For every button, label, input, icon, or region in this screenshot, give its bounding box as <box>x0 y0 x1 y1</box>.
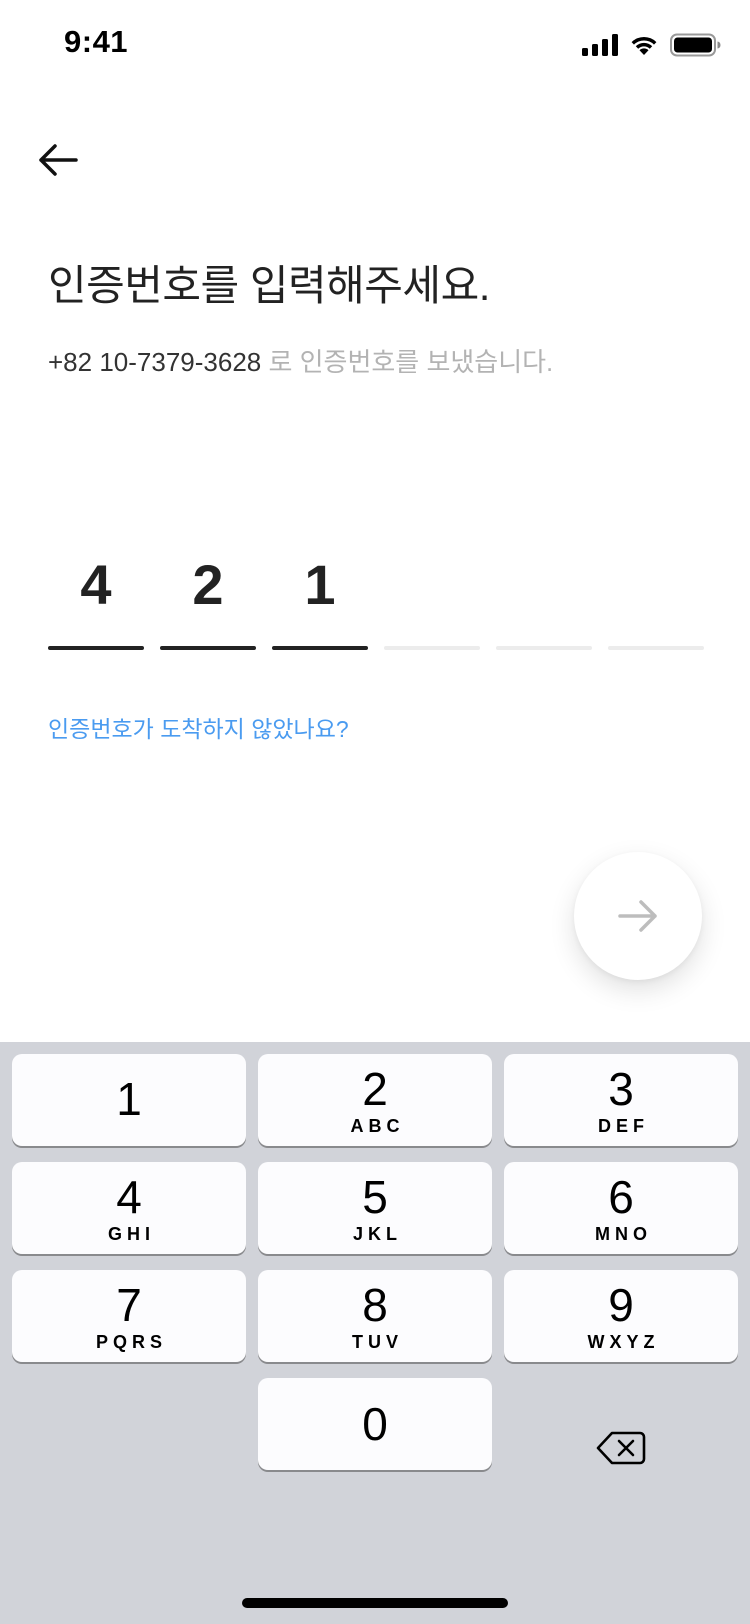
code-slot-3[interactable]: 1 <box>272 540 368 650</box>
key-7[interactable]: 7 PQRS <box>12 1270 246 1362</box>
key-0[interactable]: 0 <box>258 1378 492 1470</box>
code-underline <box>608 646 704 650</box>
next-button[interactable] <box>574 852 702 980</box>
status-bar: 9:41 <box>0 0 750 90</box>
key-letters: GHI <box>107 1224 155 1244</box>
key-number: 0 <box>362 1398 388 1450</box>
key-number: 1 <box>116 1073 142 1125</box>
resend-code-link[interactable]: 인증번호가 도착하지 않았나요? <box>48 710 349 744</box>
numeric-keypad: 1 2 ABC 3 DEF 4 GHI 5 JKL 6 MNO 7 PQRS 8… <box>0 1042 750 1624</box>
key-2[interactable]: 2 ABC <box>258 1054 492 1146</box>
key-4[interactable]: 4 GHI <box>12 1162 246 1254</box>
key-letters: WXYZ <box>587 1332 660 1352</box>
delete-key[interactable] <box>504 1402 738 1494</box>
code-underline <box>384 646 480 650</box>
code-slot-6[interactable] <box>608 540 704 650</box>
key-number: 7 <box>116 1279 142 1331</box>
code-slot-4[interactable] <box>384 540 480 650</box>
key-1[interactable]: 1 <box>12 1054 246 1146</box>
key-number: 2 <box>362 1063 388 1115</box>
code-underline <box>496 646 592 650</box>
key-6[interactable]: 6 MNO <box>504 1162 738 1254</box>
key-number: 4 <box>116 1171 142 1223</box>
code-slot-5[interactable] <box>496 540 592 650</box>
key-number: 5 <box>362 1171 388 1223</box>
code-digit: 2 <box>192 553 224 616</box>
wifi-icon <box>631 36 657 55</box>
key-number: 3 <box>608 1063 634 1115</box>
home-indicator <box>242 1598 508 1608</box>
code-underline <box>48 646 144 650</box>
phone-number: +82 10-7379-3628 <box>48 347 262 377</box>
status-icons <box>582 30 722 60</box>
code-digit: 4 <box>80 553 112 616</box>
key-number: 9 <box>608 1279 634 1331</box>
code-underline <box>160 646 256 650</box>
key-number: 8 <box>362 1279 388 1331</box>
cellular-signal-icon <box>582 34 618 56</box>
key-8[interactable]: 8 TUV <box>258 1270 492 1362</box>
verification-code-input[interactable]: 4 2 1 <box>48 540 704 650</box>
key-3[interactable]: 3 DEF <box>504 1054 738 1146</box>
key-letters: DEF <box>598 1116 649 1136</box>
status-time: 9:41 <box>64 24 129 59</box>
key-9[interactable]: 9 WXYZ <box>504 1270 738 1362</box>
key-number: 6 <box>608 1171 634 1223</box>
key-5[interactable]: 5 JKL <box>258 1162 492 1254</box>
key-letters: MNO <box>595 1224 652 1244</box>
code-digit: 1 <box>304 553 336 616</box>
key-letters: ABC <box>350 1116 405 1136</box>
code-slot-1[interactable]: 4 <box>48 540 144 650</box>
arrow-left-icon <box>39 144 78 176</box>
code-underline <box>272 646 368 650</box>
key-letters: JKL <box>352 1224 402 1244</box>
backspace-icon <box>596 1431 646 1465</box>
back-button[interactable] <box>28 130 88 190</box>
key-letters: PQRS <box>95 1332 167 1352</box>
arrow-right-icon <box>618 900 657 932</box>
page-title: 인증번호를 입력해주세요. <box>48 262 490 309</box>
code-slot-2[interactable]: 2 <box>160 540 256 650</box>
sent-to-message: +82 10-7379-3628 로 인증번호를 보냈습니다. <box>48 342 553 379</box>
sent-text: 로 인증번호를 보냈습니다. <box>261 347 554 377</box>
key-letters: TUV <box>352 1332 403 1352</box>
battery-icon <box>670 33 721 57</box>
